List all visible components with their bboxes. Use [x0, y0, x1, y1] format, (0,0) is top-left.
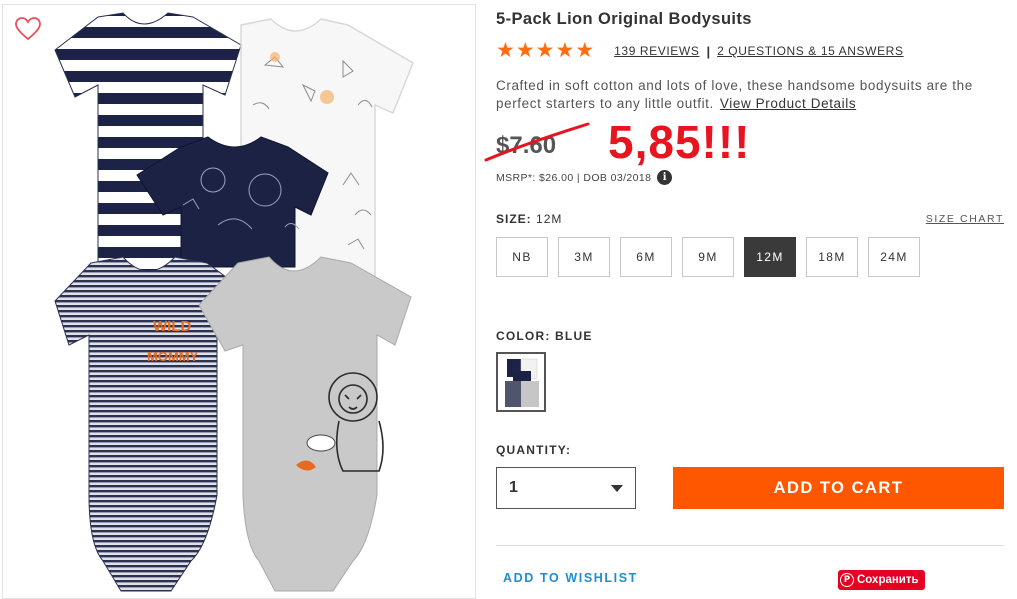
product-photo[interactable]: WILD MOMMY — [3, 5, 476, 599]
msrp-text: MSRP*: $26.00 | DOB 03/2018 — [496, 171, 652, 184]
questions-answers-link[interactable]: 2 QUESTIONS & 15 ANSWERS — [717, 44, 903, 58]
size-option-6m[interactable]: 6M — [620, 237, 672, 277]
color-label: COLOR: BLUE — [496, 329, 593, 343]
add-to-cart-button[interactable]: ADD TO CART — [673, 467, 1004, 509]
product-title: 5-Pack Lion Original Bodysuits — [496, 10, 752, 28]
size-label: SIZE: 12M — [496, 212, 562, 226]
size-option-12m[interactable]: 12M — [744, 237, 796, 277]
reviews-link[interactable]: 139 REVIEWS — [614, 44, 699, 58]
pinterest-save-button[interactable]: P Сохранить — [838, 570, 925, 590]
size-option-3m[interactable]: 3M — [558, 237, 610, 277]
product-image-panel: WILD MOMMY — [2, 4, 476, 599]
add-to-wishlist-link[interactable]: ADD TO WISHLIST — [503, 571, 638, 585]
quantity-select[interactable]: 1 — [496, 467, 636, 509]
swatch-thumbnail — [505, 358, 539, 407]
star-icon: ★ — [555, 39, 575, 62]
info-icon[interactable]: i — [657, 170, 673, 185]
color-swatch-blue[interactable] — [496, 352, 546, 412]
size-option-nb[interactable]: NB — [496, 237, 548, 277]
quantity-value: 1 — [509, 479, 518, 496]
svg-text:MOMMY: MOMMY — [147, 349, 199, 364]
quantity-label: QUANTITY: — [496, 443, 572, 457]
rating-row: ★ ★ ★ ★ ★ 139 REVIEWS | 2 QUESTIONS & 15… — [496, 40, 1004, 62]
size-option-9m[interactable]: 9M — [682, 237, 734, 277]
separator: | — [706, 43, 711, 59]
star-icon: ★ — [515, 39, 535, 62]
product-description: Crafted in soft cotton and lots of love,… — [496, 77, 1004, 113]
star-icon: ★ — [535, 39, 555, 62]
size-label-text: SIZE: — [496, 212, 532, 226]
size-chart-link[interactable]: SIZE CHART — [926, 213, 1004, 225]
pinterest-icon: P — [840, 573, 854, 587]
selected-size-text: 12M — [536, 212, 563, 226]
product-info-panel: 5-Pack Lion Original Bodysuits ★ ★ ★ ★ ★… — [484, 0, 1004, 599]
svg-text:WILD: WILD — [153, 318, 191, 335]
chevron-down-icon — [611, 484, 623, 492]
size-options: NB 3M 6M 9M 12M 18M 24M — [496, 237, 920, 277]
view-product-details-link[interactable]: View Product Details — [720, 96, 856, 111]
pinterest-save-label: Сохранить — [857, 574, 919, 586]
star-icon: ★ — [575, 39, 595, 62]
msrp-line: MSRP*: $26.00 | DOB 03/2018 i — [496, 170, 673, 185]
divider — [496, 545, 1004, 546]
strikethrough-mark — [484, 122, 590, 162]
size-option-18m[interactable]: 18M — [806, 237, 858, 277]
star-rating[interactable]: ★ ★ ★ ★ ★ — [496, 39, 595, 62]
star-icon: ★ — [496, 39, 515, 62]
favorite-heart-icon[interactable] — [15, 17, 41, 41]
size-option-24m[interactable]: 24M — [868, 237, 920, 277]
handwritten-new-price: 5,85!!! — [608, 116, 751, 168]
